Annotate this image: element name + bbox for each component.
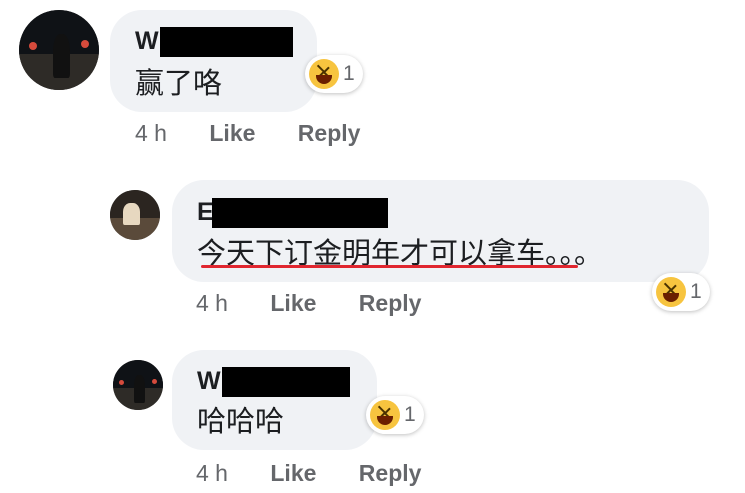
reply-button[interactable]: Reply	[359, 460, 422, 487]
like-button[interactable]: Like	[270, 460, 316, 487]
comment-author[interactable]: W	[197, 367, 221, 396]
laughing-face-icon	[656, 277, 686, 307]
red-underline	[201, 265, 578, 268]
like-button[interactable]: Like	[270, 290, 316, 317]
avatar[interactable]	[110, 190, 160, 240]
comment-bubble: E 今天下订金明年才可以拿车。。。	[172, 180, 709, 282]
reaction-count: 1	[404, 403, 416, 426]
comment-text: 哈哈哈	[197, 404, 285, 438]
reply-button[interactable]: Reply	[298, 120, 361, 147]
comment-actions: 4 h Like Reply	[135, 120, 396, 147]
timestamp[interactable]: 4 h	[135, 120, 167, 147]
reaction-summary[interactable]: 1	[366, 396, 424, 434]
redacted-name	[160, 27, 293, 57]
avatar[interactable]	[113, 360, 163, 410]
reaction-summary[interactable]: 1	[652, 273, 710, 311]
laughing-face-icon	[309, 59, 339, 89]
reaction-count: 1	[343, 62, 355, 85]
avatar[interactable]	[19, 10, 99, 90]
timestamp[interactable]: 4 h	[196, 290, 228, 317]
redacted-name	[212, 198, 388, 228]
redacted-name	[222, 367, 350, 397]
reaction-count: 1	[690, 280, 702, 303]
like-button[interactable]: Like	[209, 120, 255, 147]
comment-author[interactable]: W	[135, 27, 159, 56]
reply-button[interactable]: Reply	[359, 290, 422, 317]
comment-bubble: W 赢了咯	[110, 10, 317, 112]
laughing-face-icon	[370, 400, 400, 430]
reaction-summary[interactable]: 1	[305, 55, 363, 93]
comment-bubble: W 哈哈哈	[172, 350, 377, 450]
comment-text: 赢了咯	[135, 66, 223, 100]
comment-actions: 4 h Like Reply	[196, 290, 457, 317]
timestamp[interactable]: 4 h	[196, 460, 228, 487]
comment-actions: 4 h Like Reply	[196, 460, 457, 487]
